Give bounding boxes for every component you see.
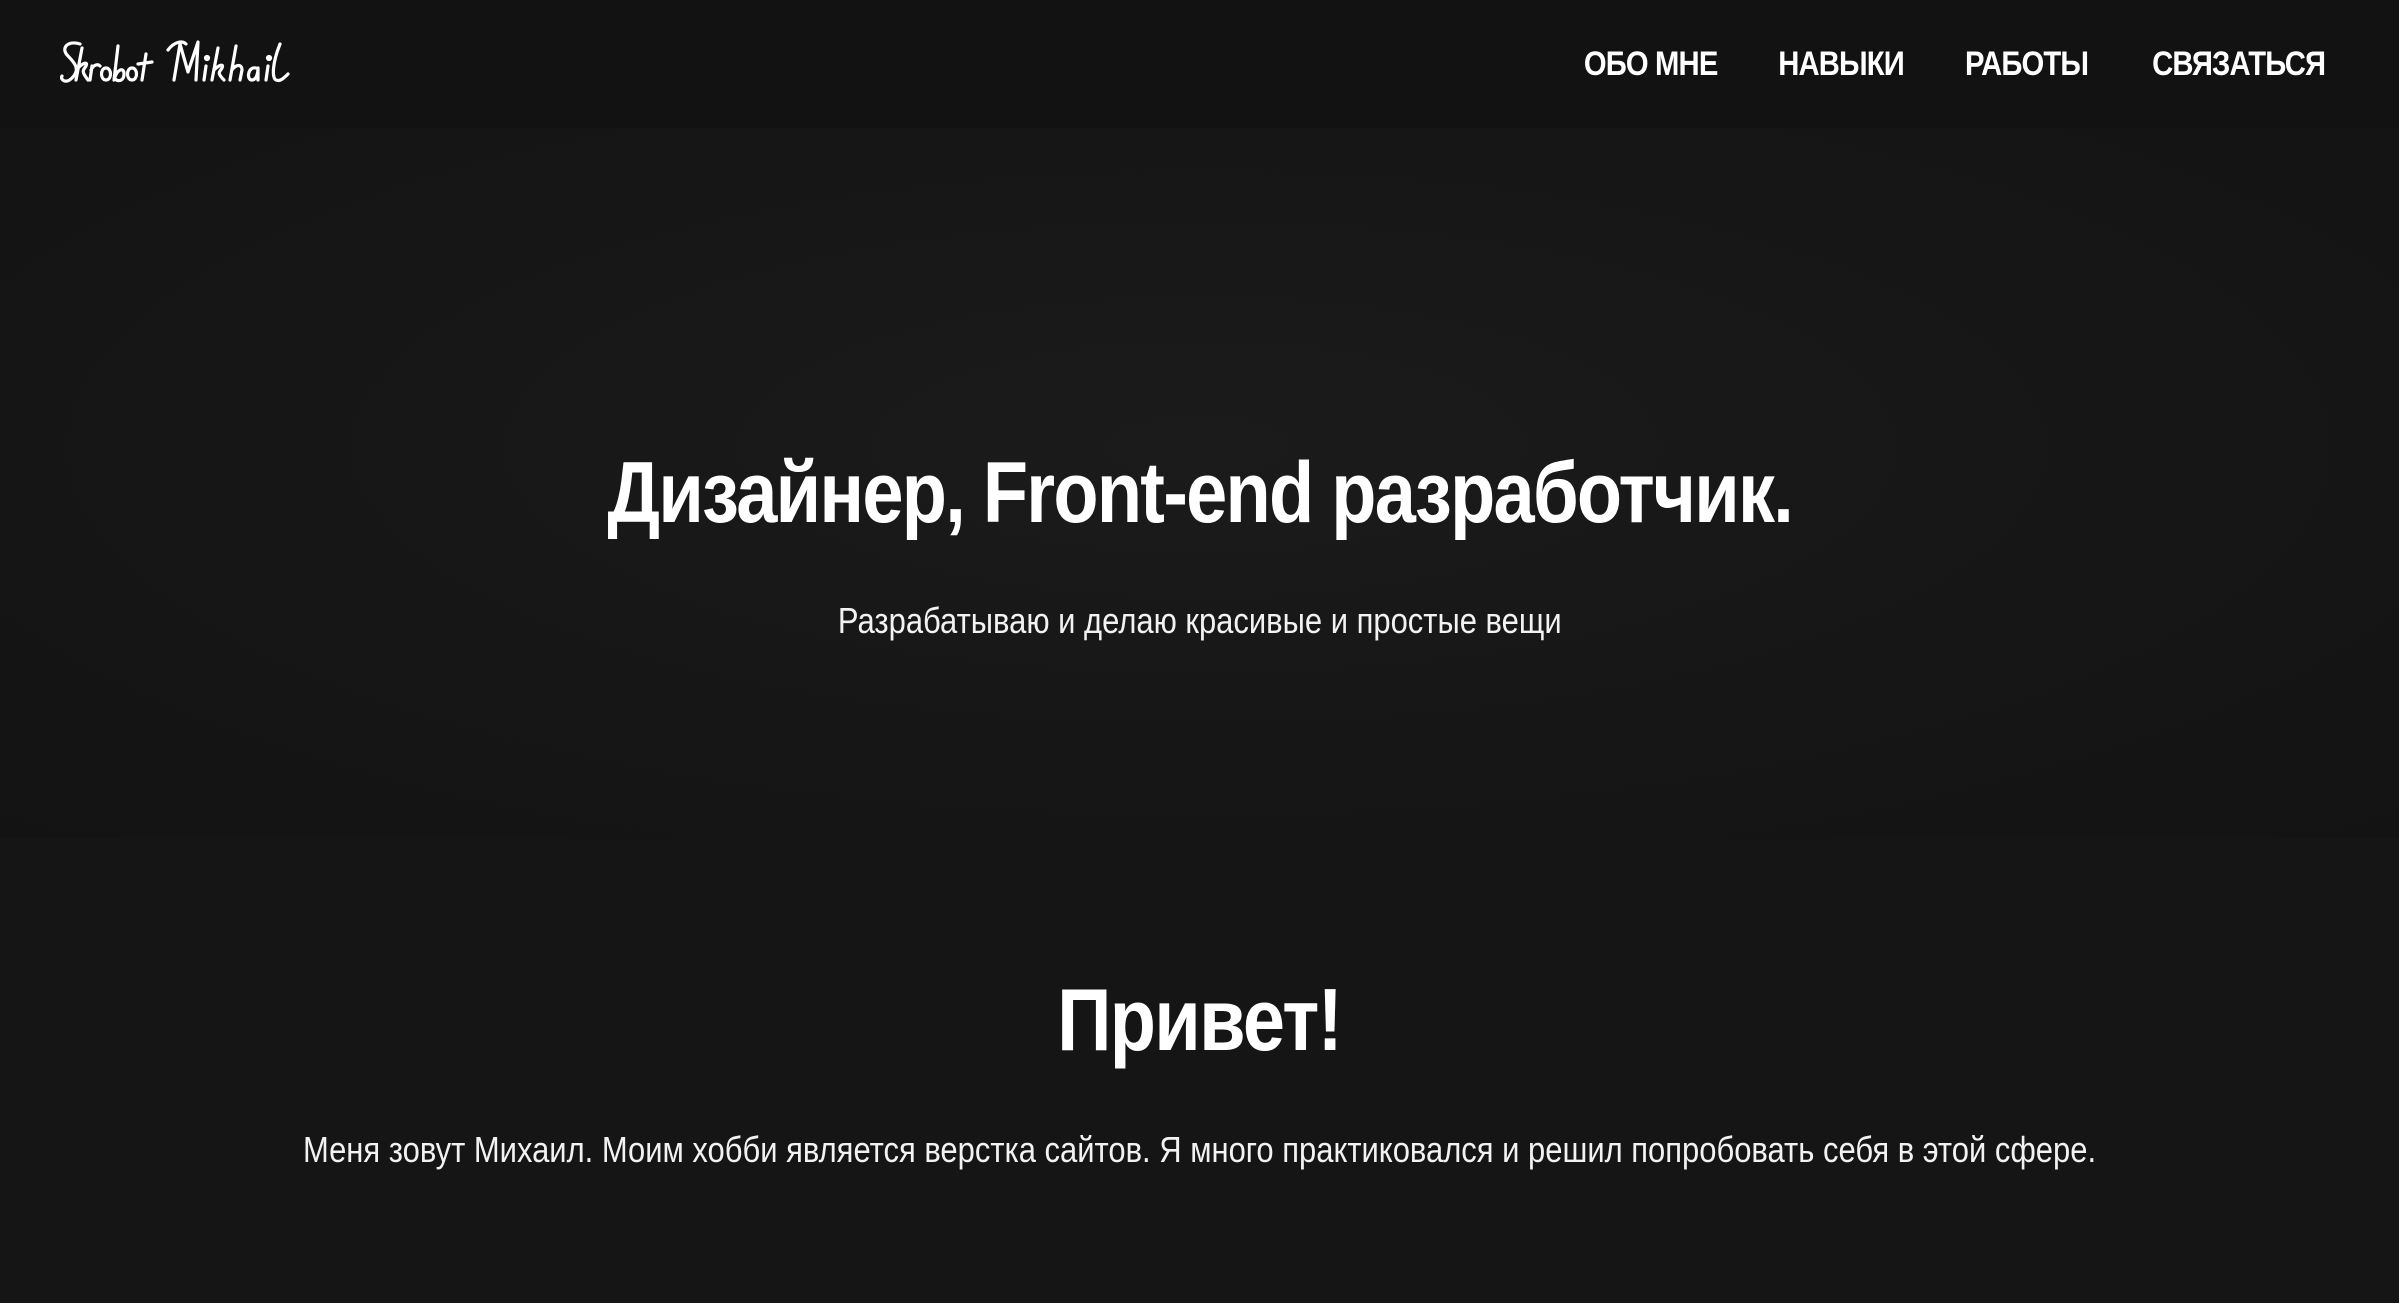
hero-title: Дизайнер, Front-end разработчик. <box>0 443 2399 543</box>
about-text: Меня зовут Михаил. Моим хобби является в… <box>0 1128 2399 1172</box>
main-nav: ОБО МНЕ НАВЫКИ РАБОТЫ СВЯЗАТЬСЯ <box>1573 38 2339 90</box>
hero-subtitle: Разрабатываю и делаю красивые и простые … <box>0 599 2399 643</box>
hero-section: Дизайнер, Front-end разработчик. Разраба… <box>0 128 2399 838</box>
nav-link-skills[interactable]: НАВЫКИ <box>1779 45 1906 84</box>
hero-title-text: Дизайнер, Front-end разработчик. <box>607 445 1793 541</box>
nav-link-contact[interactable]: СВЯЗАТЬСЯ <box>2152 45 2326 84</box>
about-title-text: Привет! <box>1057 970 1343 1069</box>
nav-link-works[interactable]: РАБОТЫ <box>1965 45 2089 84</box>
hero-subtitle-text: Разрабатываю и делаю красивые и простые … <box>837 600 1562 641</box>
about-text-content: Меня зовут Михаил. Моим хобби является в… <box>302 1129 2097 1170</box>
nav-link-about[interactable]: ОБО МНЕ <box>1584 45 1718 84</box>
about-section: Привет! Меня зовут Михаил. Моим хобби яв… <box>0 838 2399 1303</box>
about-title: Привет! <box>0 970 2399 1070</box>
site-header: ОБО МНЕ НАВЫКИ РАБОТЫ СВЯЗАТЬСЯ <box>0 0 2399 128</box>
logo[interactable] <box>58 34 308 94</box>
logo-signature-icon <box>60 40 290 83</box>
